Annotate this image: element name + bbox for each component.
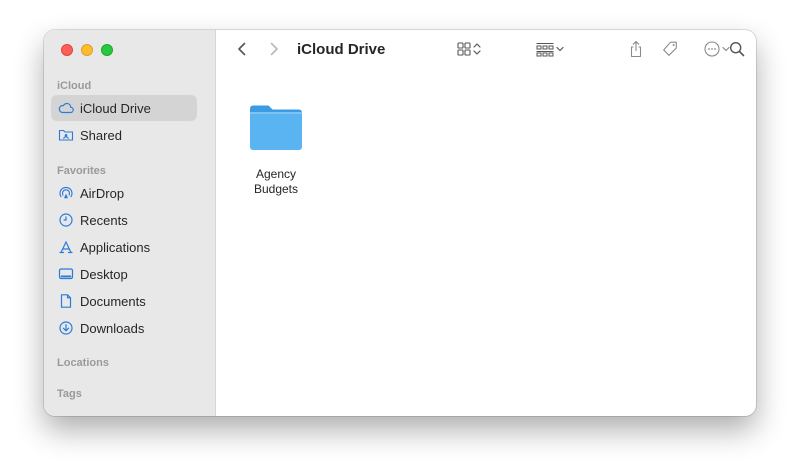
sidebar-item-downloads[interactable]: Downloads xyxy=(51,315,197,341)
view-mode-button[interactable] xyxy=(452,40,486,62)
search-button[interactable] xyxy=(727,40,747,62)
sidebar-section-favorites: Favorites xyxy=(57,165,106,177)
chevron-left-icon xyxy=(236,41,248,62)
share-icon xyxy=(628,40,644,63)
desktop-background: iCloud iCloud Drive Shared Favorites Air… xyxy=(0,0,800,470)
sidebar-item-label: iCloud Drive xyxy=(80,100,151,116)
group-grid-icon xyxy=(535,41,555,62)
file-browser-area: Agency Budgets xyxy=(216,72,756,416)
sidebar-item-label: Recents xyxy=(80,212,128,228)
close-window-button[interactable] xyxy=(61,44,73,56)
sidebar-item-label: Shared xyxy=(80,127,122,143)
chevron-down-icon xyxy=(555,41,565,62)
zoom-window-button[interactable] xyxy=(101,44,113,56)
folder-label-line: Agency xyxy=(255,167,297,181)
sidebar-item-shared[interactable]: Shared xyxy=(51,122,197,148)
sidebar-section-icloud: iCloud xyxy=(57,80,92,92)
sidebar-item-label: Desktop xyxy=(80,266,128,282)
folder-icon xyxy=(248,102,304,157)
window-title: iCloud Drive xyxy=(297,41,386,58)
tag-button[interactable] xyxy=(660,40,680,62)
folder-label-line: Budgets xyxy=(253,182,299,196)
group-button[interactable] xyxy=(533,40,567,62)
sidebar-item-label: Downloads xyxy=(80,320,145,336)
tag-icon xyxy=(661,40,679,63)
sidebar-section-tags[interactable]: Tags xyxy=(57,388,82,400)
clock-icon xyxy=(58,212,74,228)
icon-grid-icon xyxy=(456,41,472,62)
folder-item[interactable]: Agency Budgets xyxy=(244,102,308,197)
sidebar-item-recents[interactable]: Recents xyxy=(51,207,197,233)
applications-icon xyxy=(58,239,74,255)
forward-button[interactable] xyxy=(264,40,284,62)
sidebar: iCloud iCloud Drive Shared Favorites Air… xyxy=(44,30,216,416)
sidebar-item-desktop[interactable]: Desktop xyxy=(51,261,197,287)
ellipsis-circle-icon xyxy=(703,40,721,63)
sidebar-item-label: Applications xyxy=(80,239,151,255)
sidebar-item-airdrop[interactable]: AirDrop xyxy=(51,180,197,206)
sidebar-item-label: AirDrop xyxy=(80,185,125,201)
sidebar-item-label: Documents xyxy=(80,293,146,309)
sidebar-item-documents[interactable]: Documents xyxy=(51,288,197,314)
search-icon xyxy=(729,41,745,62)
sidebar-item-icloud-drive[interactable]: iCloud Drive xyxy=(51,95,197,121)
shared-folder-icon xyxy=(58,127,74,143)
chevron-updown-icon xyxy=(472,41,482,62)
cloud-icon xyxy=(58,100,74,116)
share-button[interactable] xyxy=(626,40,646,62)
toolbar: iCloud Drive xyxy=(216,30,756,72)
finder-window: iCloud iCloud Drive Shared Favorites Air… xyxy=(44,30,756,416)
download-icon xyxy=(58,320,74,336)
desktop-icon xyxy=(58,266,74,282)
folder-label: Agency Budgets xyxy=(236,167,316,197)
sidebar-item-applications[interactable]: Applications xyxy=(51,234,197,260)
window-controls xyxy=(61,44,113,56)
airdrop-icon xyxy=(58,185,74,201)
document-icon xyxy=(58,293,74,309)
sidebar-section-locations[interactable]: Locations xyxy=(57,357,109,369)
chevron-right-icon xyxy=(268,41,280,62)
minimize-window-button[interactable] xyxy=(81,44,93,56)
back-button[interactable] xyxy=(232,40,252,62)
